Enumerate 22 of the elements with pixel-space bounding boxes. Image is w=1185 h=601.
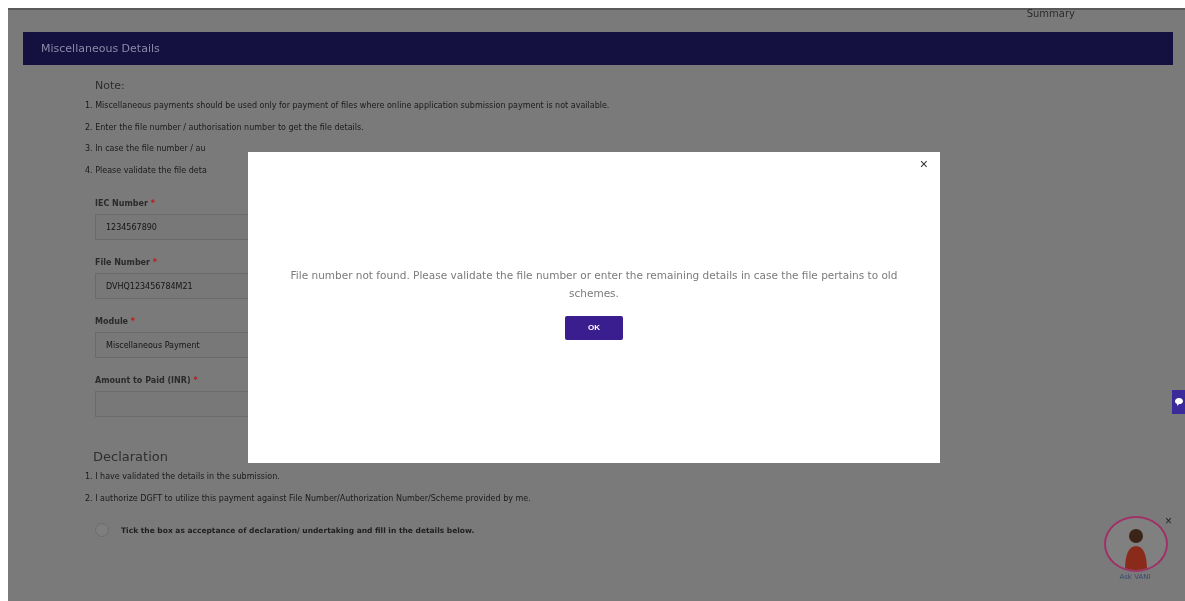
- required-mark: *: [193, 376, 198, 385]
- close-button[interactable]: ×: [915, 156, 932, 172]
- note-item: 1. Miscellaneous payments should be used only for payment of files where online application submission payment is not available.: [85, 101, 610, 110]
- note-item: 3. In case the file number / au: [85, 144, 206, 153]
- summary-link[interactable]: Summary: [1026, 8, 1075, 20]
- field-label: Amount to Paid (INR): [95, 376, 192, 385]
- note-item: 2. Enter the file number / authorisation number to get the file details.: [85, 122, 364, 132]
- note-heading: Note:: [95, 79, 126, 92]
- field-label: Module: [95, 317, 130, 326]
- note-item: 4. Please validate the file deta: [85, 165, 207, 175]
- required-mark: *: [150, 199, 155, 208]
- field-label: File Number: [95, 258, 151, 267]
- declaration-item: 2. I authorize DGFT to utilize this payment against File Number/Authorization Number/Scheme provided by me.: [85, 493, 531, 503]
- ok-button[interactable]: OK: [565, 315, 623, 340]
- required-mark: *: [130, 317, 136, 326]
- field-label: IEC Number: [95, 199, 149, 208]
- chat-icon[interactable]: [1172, 390, 1185, 414]
- close-button[interactable]: ×: [1165, 515, 1172, 527]
- declaration-heading: Declaration: [93, 449, 169, 464]
- section-header: Miscellaneous Details: [23, 32, 1173, 65]
- declaration-item: 1. I have validated the details in the submission.: [85, 472, 280, 481]
- required-mark: *: [152, 258, 157, 267]
